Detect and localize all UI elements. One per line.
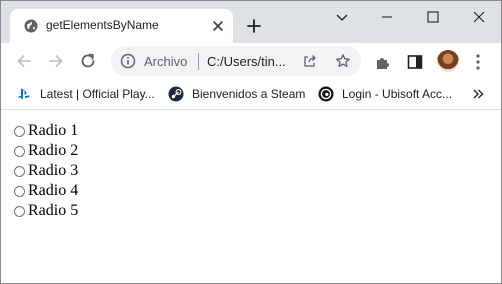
radio-button[interactable] [14, 145, 25, 157]
browser-window: getElementsByName Archivo C:/Users/tin..… [0, 0, 502, 284]
side-panel-icon[interactable] [406, 53, 424, 71]
radio-label: Radio 3 [28, 162, 79, 179]
bookmarks-bar: Latest | Official Play... Bienvenidos a … [1, 79, 501, 110]
globe-icon [24, 19, 38, 33]
radio-button[interactable] [14, 185, 25, 197]
browser-tab[interactable]: getElementsByName [10, 9, 233, 43]
radio-label: Radio 5 [28, 202, 79, 219]
close-icon[interactable] [211, 19, 225, 33]
star-icon[interactable] [335, 53, 351, 69]
steam-icon [168, 86, 184, 102]
radio-label: Radio 4 [28, 182, 79, 199]
extensions-puzzle-icon[interactable] [374, 53, 392, 71]
chevron-down-icon[interactable] [334, 9, 350, 25]
bookmark-label: Bienvenidos a Steam [192, 87, 306, 101]
profile-avatar[interactable] [437, 50, 459, 72]
radio-option-5[interactable]: Radio 5 [14, 201, 78, 221]
info-icon[interactable] [120, 53, 136, 69]
bookmark-label: Login - Ubisoft Acc... [342, 87, 453, 101]
playstation-icon [17, 87, 31, 101]
radio-button[interactable] [14, 165, 25, 177]
address-bar[interactable]: Archivo C:/Users/tin... [111, 46, 361, 76]
new-tab-button[interactable] [246, 18, 262, 34]
back-arrow-icon[interactable] [15, 52, 33, 70]
radio-button[interactable] [14, 125, 25, 137]
bookmark-label: Latest | Official Play... [40, 87, 155, 101]
radio-option-4[interactable]: Radio 4 [14, 181, 78, 201]
reload-icon[interactable] [79, 52, 97, 70]
url-text[interactable]: C:/Users/tin... [207, 54, 286, 69]
toolbar: Archivo C:/Users/tin... [1, 43, 501, 79]
radio-button[interactable] [14, 205, 25, 217]
share-icon[interactable] [302, 53, 318, 69]
ubisoft-icon [318, 86, 334, 102]
radio-option-1[interactable]: Radio 1 [14, 121, 78, 141]
radio-option-3[interactable]: Radio 3 [14, 161, 78, 181]
scheme-label: Archivo [144, 54, 188, 69]
forward-arrow-icon[interactable] [47, 52, 65, 70]
maximize-icon[interactable] [425, 9, 441, 25]
radio-label: Radio 2 [28, 142, 79, 159]
chevron-double-right-icon[interactable] [471, 87, 485, 101]
omnibox-separator [198, 53, 199, 70]
page-content: Radio 1 Radio 2 Radio 3 Radio 4 Radio 5 [1, 110, 501, 283]
menu-kebab-icon[interactable] [475, 53, 481, 71]
tab-strip: getElementsByName [1, 1, 501, 43]
minimize-icon[interactable] [379, 9, 395, 25]
radio-option-2[interactable]: Radio 2 [14, 141, 78, 161]
radio-label: Radio 1 [28, 122, 79, 139]
window-close-icon[interactable] [471, 9, 487, 25]
tab-title: getElementsByName [46, 18, 159, 32]
